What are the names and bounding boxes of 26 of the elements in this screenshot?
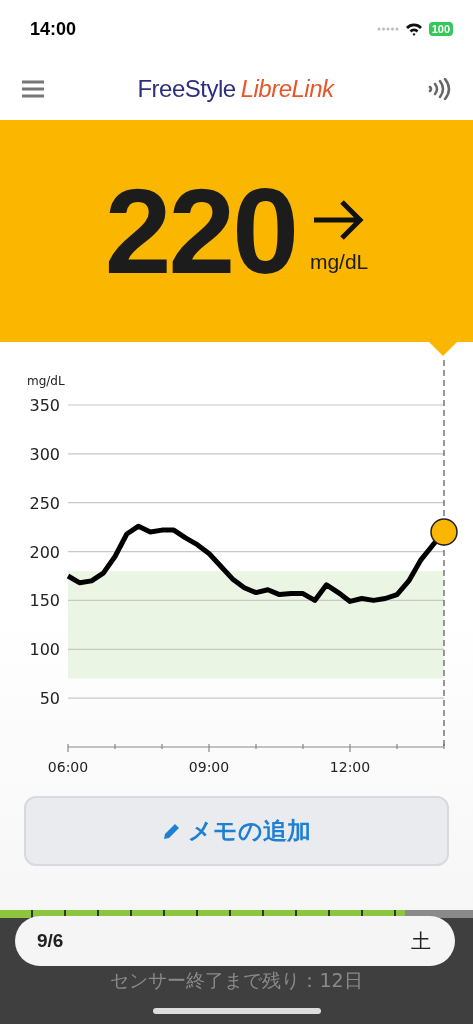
sensor-remaining-text: センサー終了まで残り：12日 [110,968,363,993]
sensor-scan-icon[interactable] [427,78,451,100]
axis-unit-label: mg/dL [27,374,65,388]
axis-label: 350 [29,396,60,415]
axis-label: 200 [29,542,60,562]
axis-label: 300 [29,444,60,464]
axis-label: 06:00 [47,759,89,775]
signal-dots-icon [376,27,399,31]
wifi-icon [404,22,423,36]
current-reading-dot [430,518,458,546]
battery-level: 100 [428,22,453,36]
date-label: 9/6 [37,930,64,952]
axis-label: 150 [29,591,60,611]
axis-label: 09:00 [188,759,230,775]
axis-label: 100 [29,640,60,660]
unit-label: mg/dL [309,250,369,274]
glucose-value: 220 [104,163,296,300]
axis-label: 50 [39,689,60,709]
app-logo: FreeStyle LibreLink [137,75,334,103]
status-time: 14:00 [30,18,77,40]
weekday-label: 土 [411,928,431,954]
axis-label: 250 [29,493,60,513]
add-memo-button[interactable]: メモの追加 [24,796,449,866]
menu-icon[interactable] [22,80,44,98]
axis-label: 12:00 [329,759,371,775]
pencil-icon [162,821,182,841]
